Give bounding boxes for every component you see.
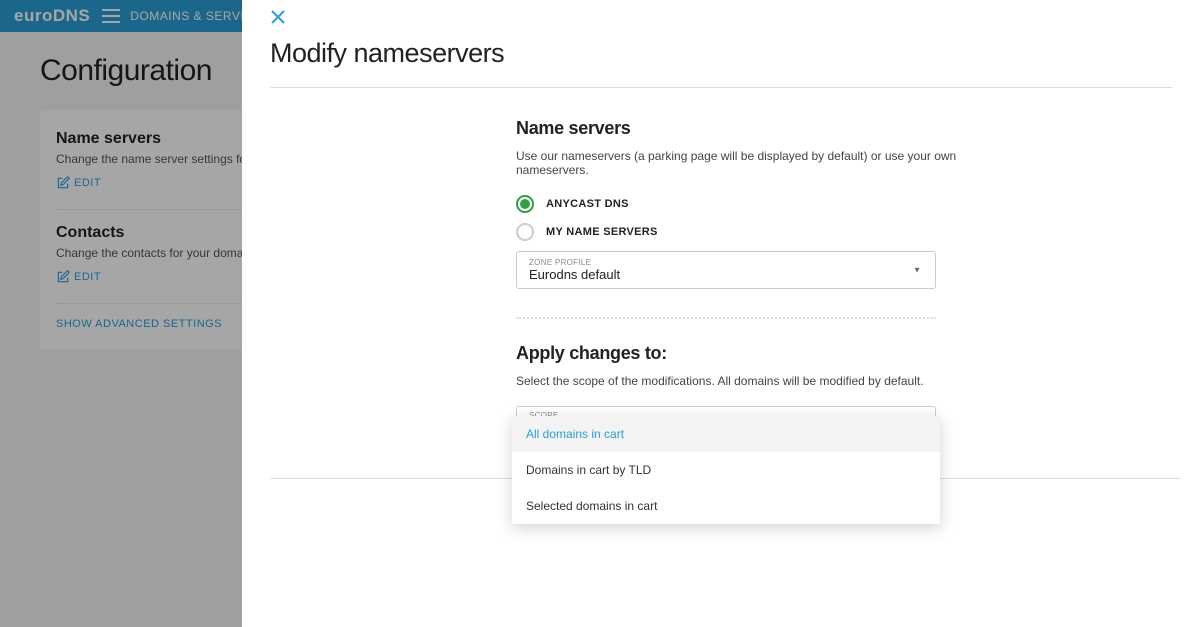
modal-title: Modify nameservers: [270, 38, 1172, 88]
apply-heading: Apply changes to:: [516, 343, 964, 364]
close-button[interactable]: [270, 8, 286, 31]
radio-button-icon: [516, 223, 534, 241]
chevron-down-icon: ▼: [913, 266, 921, 275]
zone-profile-value: Eurodns default: [529, 267, 923, 282]
modify-nameservers-modal: Modify nameservers Name servers Use our …: [242, 0, 1200, 627]
scope-dropdown: All domains in cart Domains in cart by T…: [512, 416, 940, 524]
scope-option-selected[interactable]: Selected domains in cart: [512, 488, 940, 524]
scope-option-tld[interactable]: Domains in cart by TLD: [512, 452, 940, 488]
close-icon: [270, 9, 286, 25]
nameservers-desc: Use our nameservers (a parking page will…: [516, 149, 964, 177]
apply-desc: Select the scope of the modifications. A…: [516, 374, 964, 388]
divider: [516, 317, 936, 319]
zone-profile-label: ZONE PROFILE: [529, 258, 923, 267]
radio-anycast[interactable]: ANYCAST DNS: [516, 195, 964, 213]
nameservers-group: Name servers Use our nameservers (a park…: [516, 118, 964, 479]
radio-button-icon: [516, 195, 534, 213]
scope-option-all[interactable]: All domains in cart: [512, 416, 940, 452]
nameservers-heading: Name servers: [516, 118, 964, 139]
radio-own-nameservers[interactable]: MY NAME SERVERS: [516, 223, 964, 241]
zone-profile-select[interactable]: ZONE PROFILE Eurodns default ▼: [516, 251, 936, 289]
